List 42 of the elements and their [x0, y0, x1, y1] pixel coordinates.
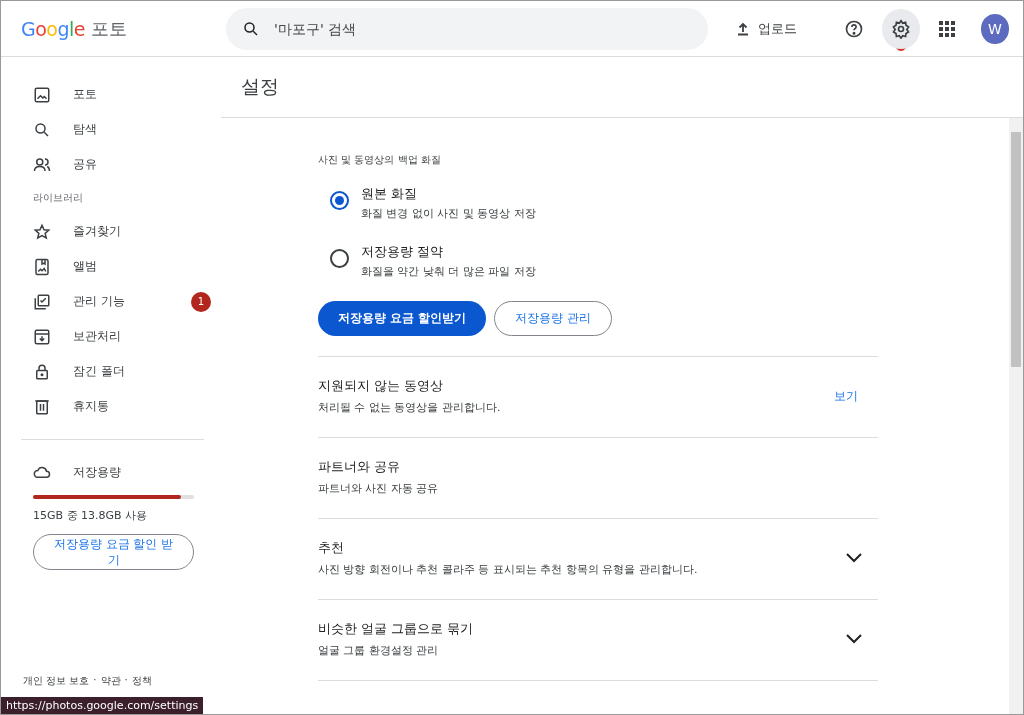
setting-description: 처리될 수 없는 동영상을 관리합니다.: [318, 400, 502, 415]
upload-button[interactable]: 업로드: [724, 11, 810, 46]
nav-item[interactable]: 관리 기능 1: [1, 284, 221, 319]
setting-description: 사진 방향 회전이나 추천 콜라주 등 표시되는 추천 항목의 유형을 관리합니다.: [318, 562, 699, 577]
logo-text[interactable]: Google: [21, 17, 86, 40]
nav-item[interactable]: 포토: [1, 77, 221, 112]
setting-description: 얼굴 그룹 환경설정 관리: [318, 643, 440, 658]
nav-item[interactable]: 앨범: [1, 249, 221, 284]
setting-title: 파트너와 공유: [318, 458, 402, 476]
footer-link[interactable]: 개인 정보 보호: [23, 674, 90, 688]
setting-title: 비슷한 얼굴 그룹으로 묶기: [318, 620, 475, 638]
option-title: 원본 화질: [361, 185, 419, 203]
setting-description: 파트너와 사진 자동 공유: [318, 481, 440, 496]
section-label: 라이브러리: [32, 191, 84, 205]
nav-item[interactable]: 보관처리: [1, 319, 221, 354]
nav-item[interactable]: 즐겨찾기: [1, 214, 221, 249]
status-url: https://photos.google.com/settings: [1, 697, 204, 714]
page-title: 설정: [221, 57, 1023, 118]
setting-title: 지원되지 않는 동영상: [318, 377, 445, 395]
nav-item[interactable]: 공유: [1, 147, 221, 182]
notification-badge: 1: [191, 291, 211, 312]
section-label: 사진 및 동영상의 백업 화질: [318, 153, 442, 167]
option-description: 화질 변경 없이 사진 및 동영상 저장: [361, 206, 536, 221]
discount-button[interactable]: 저장용량 요금 할인받기: [318, 301, 487, 336]
manage-storage-button[interactable]: 저장용량 관리: [494, 301, 613, 336]
option-title: 저장용량 절약: [361, 243, 445, 261]
footer-link[interactable]: 정책: [131, 674, 152, 688]
footer-link[interactable]: 약관: [100, 674, 121, 688]
storage-discount-button[interactable]: 저장용량 요금 할인 받기: [33, 534, 194, 570]
separator: ·: [124, 674, 128, 687]
separator: ·: [93, 674, 97, 687]
nav-item[interactable]: 휴지통: [1, 389, 221, 424]
product-name: 포토: [91, 16, 128, 41]
avatar[interactable]: W: [980, 13, 1009, 44]
setting-title: 추천: [318, 539, 345, 557]
search-field[interactable]: '마포구' 검색: [226, 7, 709, 50]
view-link[interactable]: 보기: [834, 387, 858, 405]
option-description: 화질을 약간 낮춰 더 많은 파일 저장: [361, 264, 536, 279]
nav-item[interactable]: 탐색: [1, 112, 221, 147]
storage-label: 저장용량: [73, 463, 121, 481]
nav-item[interactable]: 잠긴 폴더: [1, 354, 221, 389]
storage-usage: 15GB 중 13.8GB 사용: [32, 508, 149, 523]
